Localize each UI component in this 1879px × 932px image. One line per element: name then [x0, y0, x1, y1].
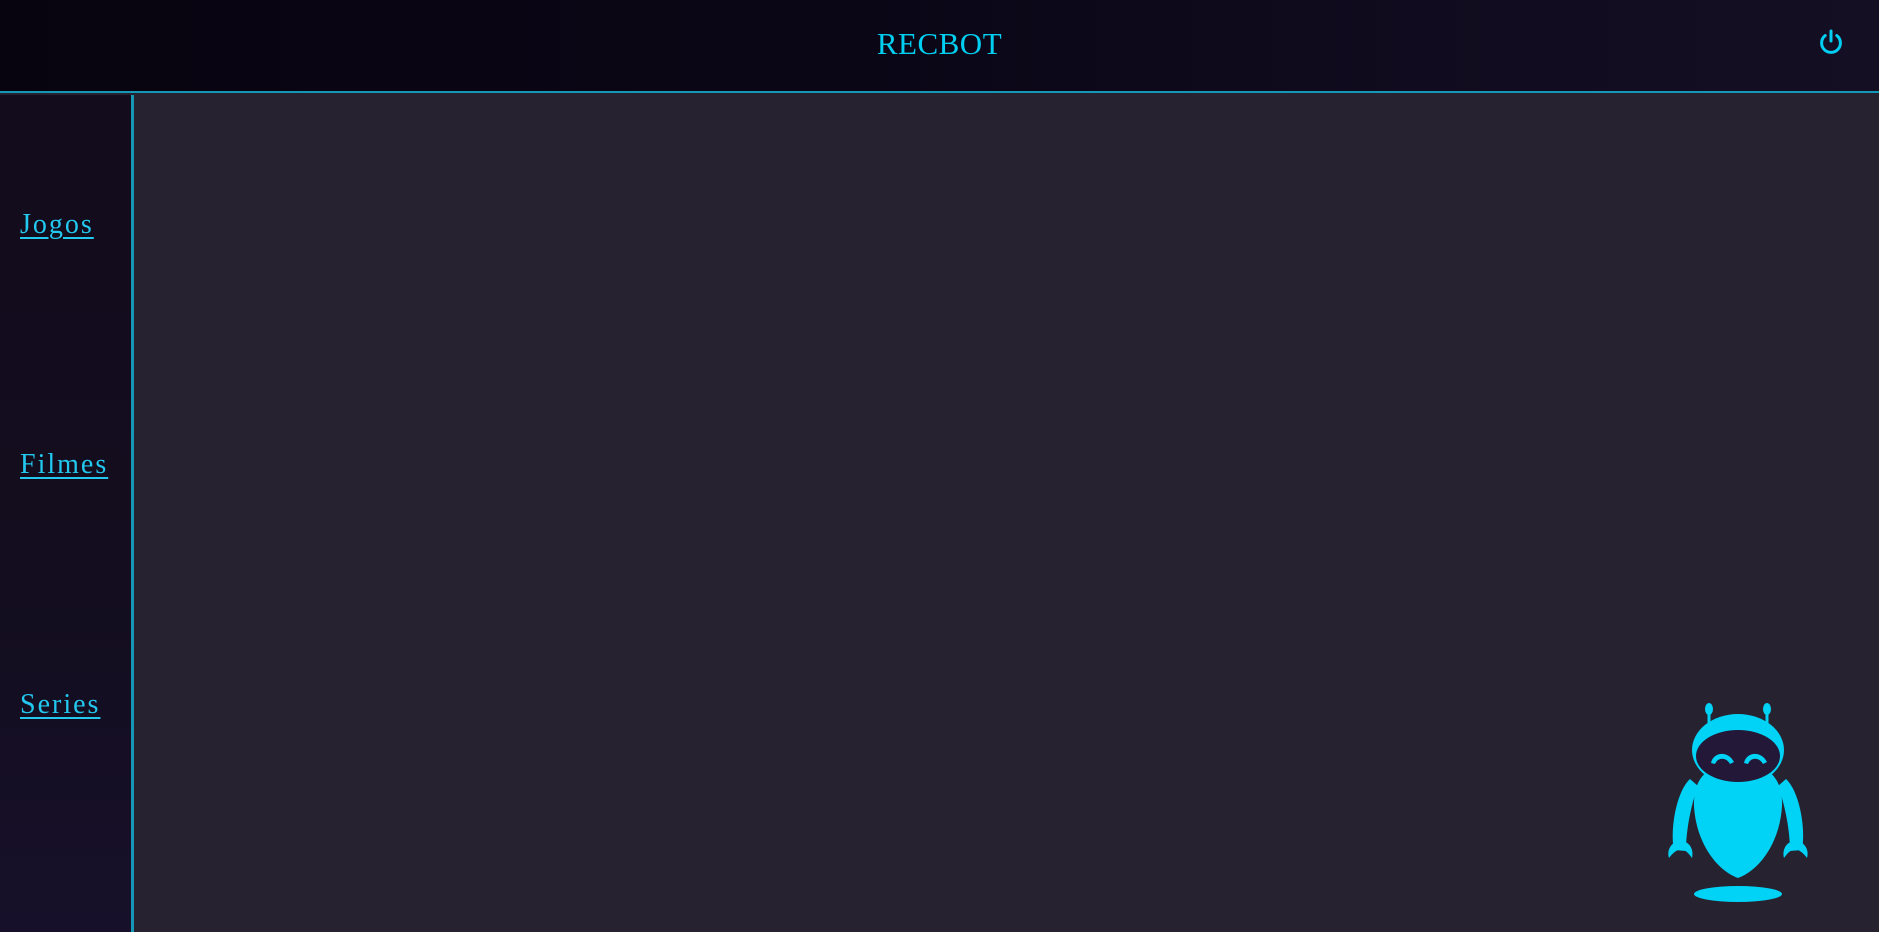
sidebar-item-jogos[interactable]: Jogos — [20, 209, 94, 241]
app-title: RECBOT — [876, 26, 1003, 61]
top-header: RECBOT — [0, 0, 1879, 93]
sidebar-nav: Jogos Filmes Series — [0, 95, 134, 932]
sidebar-item-series[interactable]: Series — [20, 689, 100, 721]
power-icon — [1820, 29, 1842, 54]
robot-icon — [1668, 703, 1808, 902]
power-button[interactable] — [1817, 28, 1845, 56]
main-content — [134, 95, 1879, 932]
sidebar-item-filmes[interactable]: Filmes — [20, 449, 108, 481]
robot-assistant[interactable] — [1656, 700, 1820, 906]
